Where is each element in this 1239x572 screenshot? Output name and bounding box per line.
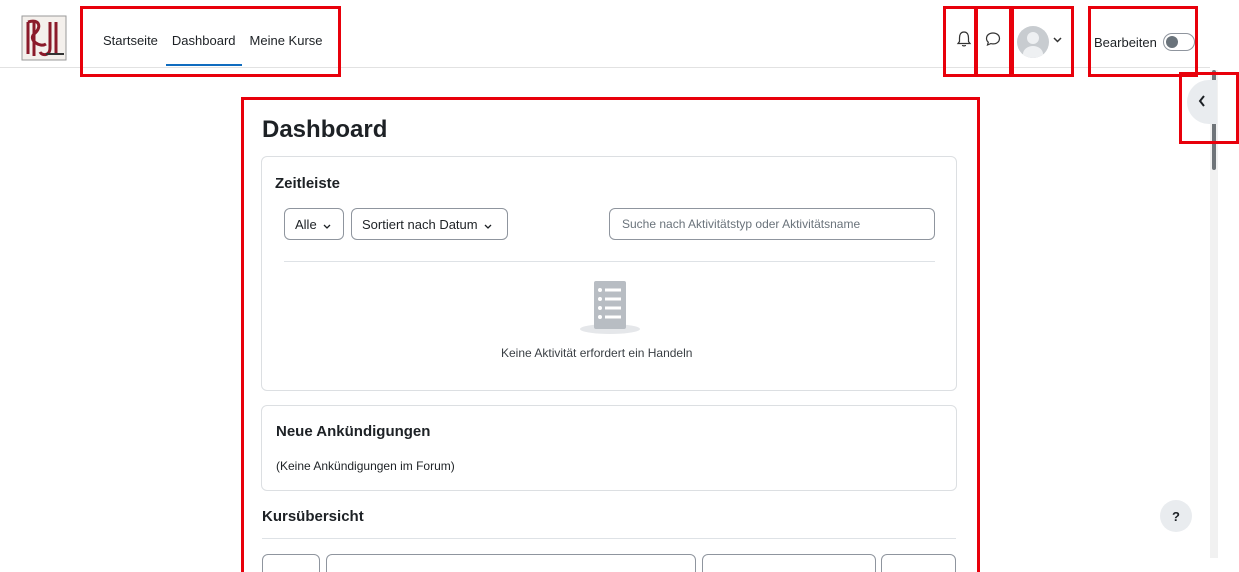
chevron-left-icon	[1198, 94, 1206, 110]
announcements-card: Neue Ankündigungen (Keine Ankündigungen …	[261, 405, 957, 491]
avatar[interactable]	[1017, 26, 1049, 58]
timeline-empty-text: Keine Aktivität erfordert ein Handeln	[501, 346, 693, 360]
course-search-input[interactable]	[326, 554, 696, 572]
nav-link-startseite[interactable]: Startseite	[103, 33, 158, 48]
timeline-sort-label: Sortiert nach Datum	[362, 216, 478, 232]
timeline-filter-select[interactable]: Alle	[284, 208, 344, 240]
timeline-title: Zeitleiste	[275, 175, 341, 192]
course-overview-divider	[262, 538, 956, 539]
chat-icon[interactable]	[984, 30, 1002, 48]
timeline-divider	[284, 261, 935, 262]
page-title: Dashboard	[262, 116, 388, 143]
nav-link-meine-kurse[interactable]: Meine Kurse	[250, 33, 323, 48]
site-logo[interactable]	[20, 14, 68, 62]
top-navbar: Startseite Dashboard Meine Kurse Bearbei…	[0, 0, 1210, 68]
bell-icon[interactable]	[956, 30, 972, 48]
timeline-filter-label: Alle	[295, 216, 317, 232]
course-overview-title: Kursübersicht	[262, 508, 364, 525]
timeline-sort-select[interactable]: Sortiert nach Datum	[351, 208, 508, 240]
edit-mode-toggle[interactable]	[1163, 33, 1195, 51]
course-view-select[interactable]	[881, 554, 956, 572]
chevron-down-icon[interactable]	[1053, 37, 1062, 43]
nav-link-dashboard[interactable]: Dashboard	[165, 33, 242, 66]
course-sort-select[interactable]	[702, 554, 876, 572]
announcements-text: (Keine Ankündigungen im Forum)	[276, 459, 455, 473]
edit-mode-label: Bearbeiten	[1094, 35, 1157, 50]
timeline-card: Zeitleiste Alle Sortiert nach Datum Kein…	[261, 156, 957, 391]
chevron-down-icon	[484, 217, 492, 232]
help-button[interactable]: ?	[1160, 500, 1192, 532]
timeline-search-input[interactable]	[609, 208, 935, 240]
announcements-title: Neue Ankündigungen	[276, 423, 431, 440]
primary-nav: Startseite Dashboard Meine Kurse	[103, 33, 323, 66]
empty-list-icon	[578, 281, 642, 338]
chevron-down-icon	[323, 217, 331, 232]
course-filter-select[interactable]	[262, 554, 320, 572]
open-drawer-button[interactable]	[1187, 80, 1217, 124]
